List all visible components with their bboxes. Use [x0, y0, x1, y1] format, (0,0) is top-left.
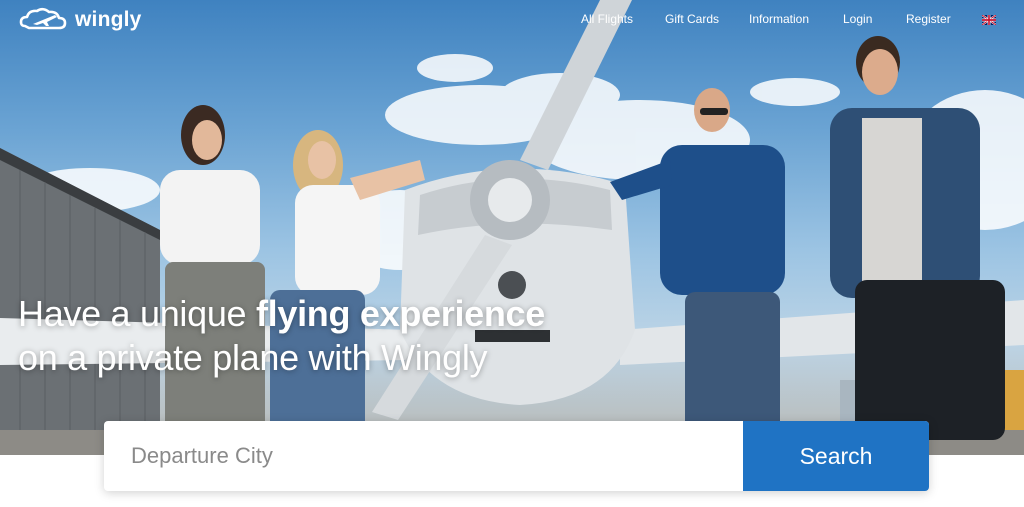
- headline-bold: flying experience: [255, 293, 546, 334]
- hero-section: wingly All Flights Gift Cards Informatio…: [0, 0, 1024, 455]
- headline-part1: Have a unique: [18, 293, 256, 334]
- search-bar: Search: [104, 421, 929, 491]
- nav-login[interactable]: Login: [843, 12, 872, 26]
- nav-register[interactable]: Register: [906, 12, 951, 26]
- uk-flag-icon[interactable]: [982, 15, 996, 25]
- departure-city-input[interactable]: [104, 421, 743, 491]
- search-button[interactable]: Search: [743, 421, 929, 491]
- headline-line2: on a private plane with Wingly: [18, 337, 488, 378]
- nav-all-flights[interactable]: All Flights: [581, 12, 633, 26]
- nav-information[interactable]: Information: [749, 12, 809, 26]
- hero-background-image: [0, 0, 1024, 455]
- nav-gift-cards[interactable]: Gift Cards: [665, 12, 719, 26]
- hero-headline: Have a unique flying experience on a pri…: [18, 292, 545, 380]
- top-navigation: All Flights Gift Cards Information Login…: [0, 12, 1024, 30]
